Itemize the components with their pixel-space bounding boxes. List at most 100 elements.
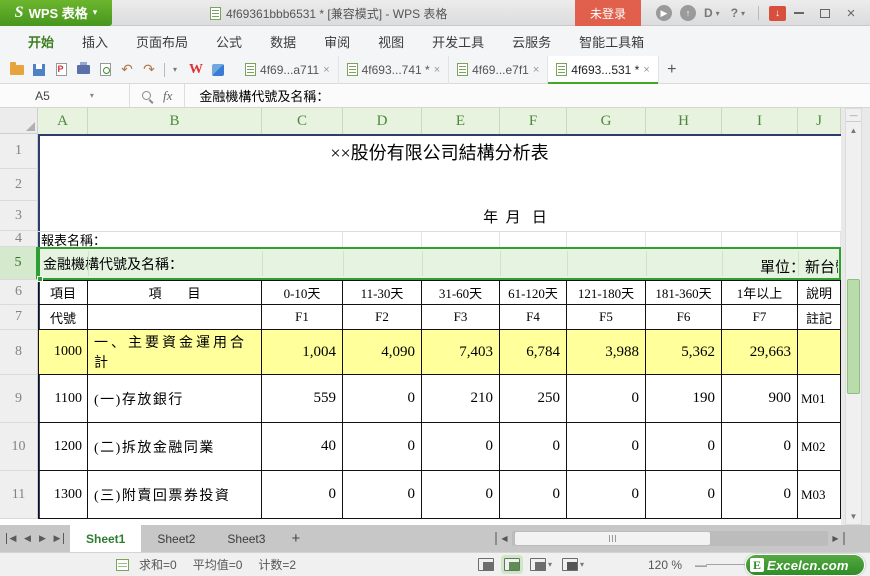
- row-header-3[interactable]: 3: [0, 201, 38, 231]
- cell-a10[interactable]: 1200: [38, 423, 88, 471]
- row-header-11[interactable]: 11: [0, 471, 38, 519]
- column-header-d[interactable]: D: [343, 108, 422, 134]
- column-header-a[interactable]: A: [38, 108, 88, 134]
- cell-g9[interactable]: 0: [567, 375, 646, 423]
- column-header-f[interactable]: F: [500, 108, 567, 134]
- column-header-g[interactable]: G: [567, 108, 646, 134]
- column-header-b[interactable]: B: [88, 108, 262, 134]
- undo-button[interactable]: ↶: [117, 60, 137, 80]
- cell-i11[interactable]: 0: [722, 471, 798, 519]
- cell-g7[interactable]: F5: [567, 305, 646, 330]
- scroll-down-icon[interactable]: ▼: [846, 508, 861, 524]
- horizontal-scroll-thumb[interactable]: [515, 532, 710, 545]
- close-icon[interactable]: ×: [323, 64, 329, 76]
- cell-j7[interactable]: 註記: [798, 305, 841, 330]
- cell-h6[interactable]: 181-360天: [646, 280, 722, 305]
- row-header-6[interactable]: 6: [0, 280, 38, 305]
- column-header-j[interactable]: J: [798, 108, 841, 134]
- insert-function-button[interactable]: fx: [163, 88, 172, 104]
- cell-b8[interactable]: 一、主要資金運用合計: [88, 330, 262, 375]
- cell-name-box[interactable]: A5 ▾: [0, 84, 130, 107]
- cell-f9[interactable]: 250: [500, 375, 567, 423]
- cell-b9[interactable]: (一)存放銀行: [88, 375, 262, 423]
- sheet-tab-sheet2[interactable]: Sheet2: [141, 525, 211, 552]
- cell-d11[interactable]: 0: [343, 471, 422, 519]
- cell-f8[interactable]: 6,784: [500, 330, 567, 375]
- cell-a11[interactable]: 1300: [38, 471, 88, 519]
- column-header-e[interactable]: E: [422, 108, 500, 134]
- row-header-7[interactable]: 7: [0, 305, 38, 330]
- cell-h11[interactable]: 0: [646, 471, 722, 519]
- row-header-2[interactable]: 2: [0, 169, 38, 201]
- cell-b7[interactable]: [88, 305, 262, 330]
- horizontal-scrollbar[interactable]: ◀ ▶: [495, 529, 845, 548]
- split-handle[interactable]: —: [846, 109, 861, 122]
- help-icon[interactable]: ?▾: [731, 5, 748, 21]
- file-tab-2[interactable]: 4f693...741 * ×: [339, 56, 450, 84]
- magnifier-icon[interactable]: [142, 91, 151, 100]
- display-option-button[interactable]: ▾: [562, 558, 584, 571]
- cell-blank-row2[interactable]: [38, 169, 841, 201]
- menu-smart-toolbox[interactable]: 智能工具箱: [565, 32, 658, 51]
- row-header-10[interactable]: 10: [0, 423, 38, 471]
- cell-f6[interactable]: 61-120天: [500, 280, 567, 305]
- select-all-corner[interactable]: [0, 108, 38, 134]
- cell-e4[interactable]: [422, 231, 500, 247]
- cell-b6[interactable]: 項 目: [88, 280, 262, 305]
- upgrade-circle-icon[interactable]: ↑: [680, 5, 696, 21]
- cell-a7[interactable]: 代號: [38, 305, 88, 330]
- row-header-1[interactable]: 1: [0, 134, 38, 169]
- file-tab-1[interactable]: 4f69...a711 ×: [237, 56, 339, 84]
- cell-e6[interactable]: 31-60天: [422, 280, 500, 305]
- cell-c10[interactable]: 40: [262, 423, 343, 471]
- wps-writer-icon[interactable]: W: [186, 60, 206, 80]
- maximize-button[interactable]: [812, 0, 838, 26]
- cell-h4[interactable]: [646, 231, 722, 247]
- docer-cube-button[interactable]: [208, 60, 228, 80]
- scroll-left-icon[interactable]: ◀: [497, 534, 512, 543]
- menu-review[interactable]: 审阅: [310, 32, 364, 51]
- cell-title[interactable]: ××股份有限公司結構分析表: [38, 134, 841, 169]
- redo-button[interactable]: ↷: [139, 60, 159, 80]
- cell-i4[interactable]: [722, 231, 798, 247]
- cell-a8[interactable]: 1000: [38, 330, 88, 375]
- close-icon[interactable]: ×: [533, 64, 539, 76]
- menu-page-layout[interactable]: 页面布局: [122, 32, 202, 51]
- cell-c6[interactable]: 0-10天: [262, 280, 343, 305]
- menu-insert[interactable]: 插入: [68, 32, 122, 51]
- cell-d7[interactable]: F2: [343, 305, 422, 330]
- login-button[interactable]: 未登录: [575, 0, 641, 26]
- cell-e10[interactable]: 0: [422, 423, 500, 471]
- cell-g8[interactable]: 3,988: [567, 330, 646, 375]
- row-header-8[interactable]: 8: [0, 330, 38, 375]
- first-sheet-icon[interactable]: ◀: [6, 533, 19, 544]
- vertical-scrollbar[interactable]: — ▲ ▼: [845, 108, 862, 525]
- cell-f11[interactable]: 0: [500, 471, 567, 519]
- cell-d4[interactable]: [343, 231, 422, 247]
- column-header-h[interactable]: H: [646, 108, 722, 134]
- cell-h8[interactable]: 5,362: [646, 330, 722, 375]
- next-sheet-icon[interactable]: ▶: [36, 533, 49, 544]
- cell-h7[interactable]: F6: [646, 305, 722, 330]
- selected-row-5[interactable]: 金融機構代號及名稱： 單位：新台幣: [38, 247, 841, 280]
- open-button[interactable]: [7, 60, 27, 80]
- fill-handle[interactable]: [37, 276, 43, 282]
- cell-i8[interactable]: 29,663: [722, 330, 798, 375]
- menu-view[interactable]: 视图: [364, 32, 418, 51]
- cell-j9[interactable]: M01: [798, 375, 841, 423]
- cell-f7[interactable]: F4: [500, 305, 567, 330]
- cell-c8[interactable]: 1,004: [262, 330, 343, 375]
- add-sheet-button[interactable]: +: [281, 530, 310, 547]
- cell-b11[interactable]: (三)附賣回票券投資: [88, 471, 262, 519]
- download-icon[interactable]: ↓: [769, 6, 786, 21]
- scroll-up-icon[interactable]: ▲: [846, 122, 861, 138]
- row-header-5-selected[interactable]: 5: [0, 247, 38, 280]
- cell-j8[interactable]: [798, 330, 841, 375]
- menu-home[interactable]: 开始: [14, 32, 68, 51]
- sheet-tab-sheet1[interactable]: Sheet1: [70, 525, 141, 552]
- prev-sheet-icon[interactable]: ◀: [21, 533, 34, 544]
- cell-h9[interactable]: 190: [646, 375, 722, 423]
- cell-d8[interactable]: 4,090: [343, 330, 422, 375]
- cell-d9[interactable]: 0: [343, 375, 422, 423]
- menu-developer[interactable]: 开发工具: [418, 32, 498, 51]
